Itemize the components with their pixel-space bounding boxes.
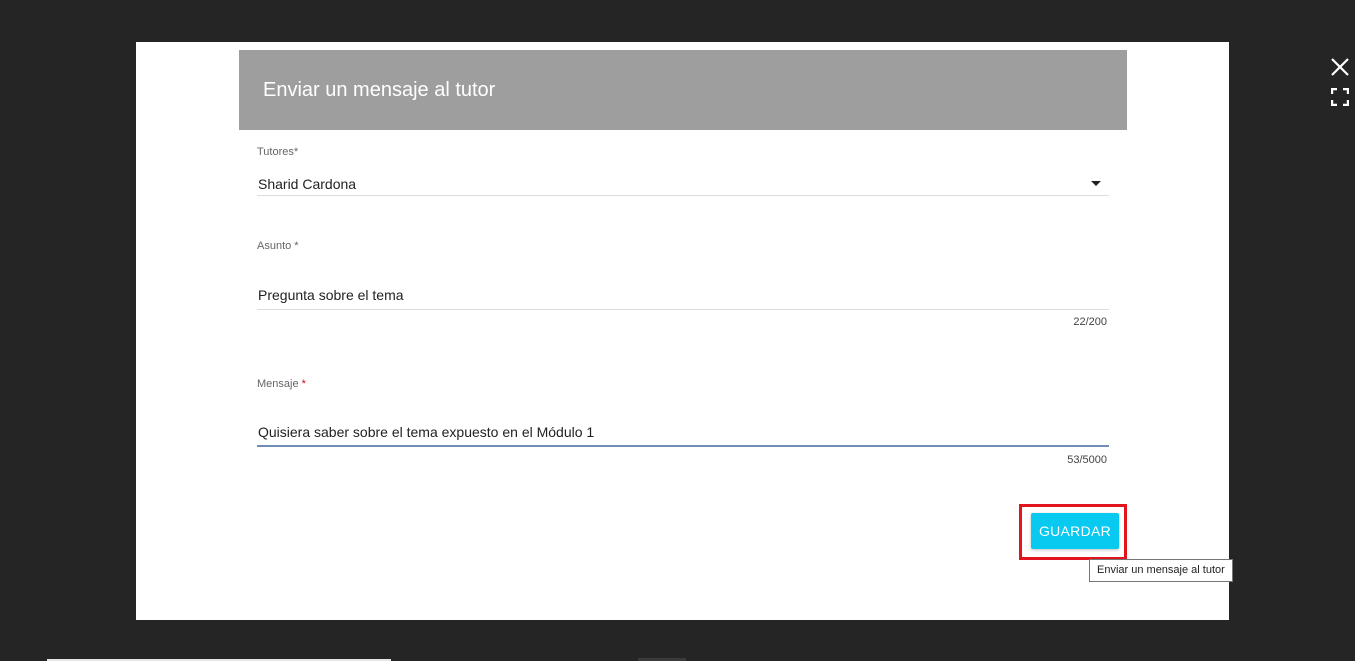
close-icon[interactable] [1330, 57, 1350, 77]
message-label-text: Mensaje [257, 378, 299, 390]
dropdown-arrow-icon[interactable] [1091, 181, 1101, 186]
tutor-select-underline [257, 195, 1109, 196]
subject-input-underline [257, 309, 1109, 310]
modal-overlay: Enviar un mensaje al tutor Tutores* Shar… [0, 0, 1355, 661]
tutor-label: Tutores* [257, 146, 299, 158]
message-char-counter: 53/5000 [1067, 454, 1107, 466]
modal-header: Enviar un mensaje al tutor [239, 50, 1127, 130]
message-input-value: Quisiera saber sobre el tema expuesto en… [258, 424, 595, 440]
subject-input-value: Pregunta sobre el tema [258, 287, 404, 303]
subject-char-counter: 22/200 [1073, 316, 1107, 328]
modal-title: Enviar un mensaje al tutor [263, 79, 496, 101]
required-mark: * [301, 378, 306, 390]
message-input-underline [257, 445, 1109, 447]
save-button[interactable]: GUARDAR [1031, 513, 1119, 549]
subject-input[interactable]: Pregunta sobre el tema [257, 280, 1109, 308]
tutor-select[interactable]: Sharid Cardona [257, 170, 1109, 196]
message-input[interactable]: Quisiera saber sobre el tema expuesto en… [257, 418, 1109, 446]
message-label: Mensaje * [257, 378, 306, 391]
tutor-select-value: Sharid Cardona [258, 176, 357, 192]
message-modal: Enviar un mensaje al tutor Tutores* Shar… [136, 42, 1229, 620]
subject-label: Asunto * [257, 240, 299, 252]
fullscreen-icon[interactable] [1330, 87, 1350, 107]
save-button-tooltip: Enviar un mensaje al tutor [1089, 559, 1233, 582]
